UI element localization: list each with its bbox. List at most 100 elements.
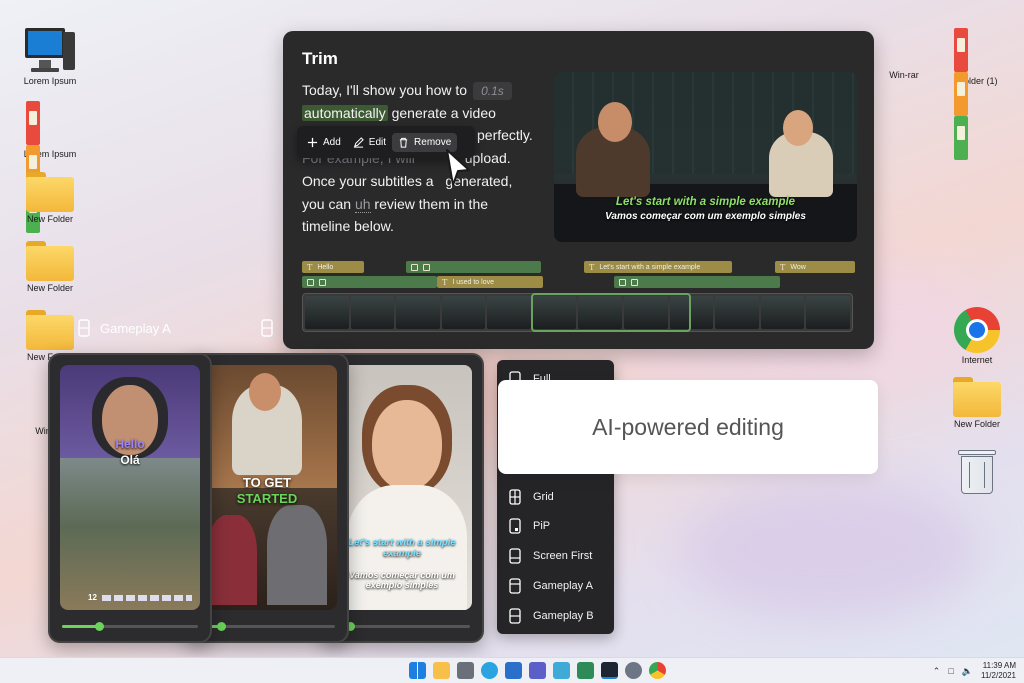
layout-option-label: Gameplay B [533,610,594,622]
clock-date: 11/2/2021 [981,671,1016,680]
filmstrip-selection[interactable] [531,293,691,332]
desktop-icon-binders[interactable]: Folder (1) [943,28,1013,160]
layout-option-label: PiP [533,520,551,532]
portrait-face [372,400,442,490]
transcript-text[interactable]: Today, I'll show you how to 0.1s automati… [302,79,552,238]
transcript-line: Once your subtitles a [302,172,434,189]
add-button[interactable]: Add [301,133,347,152]
mouse-cursor-icon [446,149,470,186]
phone-progress-bar[interactable] [199,622,335,631]
network-icon[interactable]: □ [948,666,953,676]
file-explorer-icon[interactable] [433,662,450,679]
desktop-icon-computer[interactable]: Lorem Ipsum [15,28,85,86]
windows-start-icon[interactable] [409,662,426,679]
highlighted-word[interactable]: automatically [302,104,388,121]
chrome-icon[interactable] [649,662,666,679]
photos-icon[interactable] [553,662,570,679]
add-label: Add [323,136,341,148]
phone-split-icon [509,578,521,594]
media-clip[interactable] [614,276,780,288]
progress-knob[interactable] [94,622,104,631]
teams-icon[interactable] [529,662,546,679]
edge-icon[interactable] [481,662,498,679]
layout-option-pip[interactable]: PiP [509,518,550,534]
winrar-icon [880,22,928,68]
ai-feature-text: AI-powered editing [592,413,784,440]
speaker-icon[interactable]: 🔈 [962,666,973,677]
subtitle-clip[interactable]: T I used to love [437,276,543,288]
subtitle-clip[interactable]: T Wow [775,261,855,273]
phone-preview-1[interactable]: Hello Olá 12 [48,353,212,643]
image-icon [423,263,430,271]
phone-layout-icon [261,319,273,337]
desktop-icon-recycle-bin[interactable] [942,448,1012,496]
transcript-line: review them in the [374,195,489,212]
desktop-icon-folder[interactable]: New Folder [942,377,1012,429]
clock[interactable]: 11:39 AM 11/2/2021 [981,661,1016,681]
pause-marker[interactable]: 0.1s [473,82,512,100]
desktop-icon-label: Win-rar [889,70,919,80]
wallpaper-cloud [680,480,980,620]
desktop-icon-folder[interactable]: New Folder [15,172,85,224]
media-clip[interactable] [406,261,541,273]
desktop-icon-label: New Folder [26,283,73,293]
gameplay-label: Gameplay A [100,320,171,336]
clip-label: I used to love [452,278,494,286]
settings-icon[interactable] [625,662,642,679]
text-icon: T [307,262,313,272]
xbox-icon[interactable] [577,662,594,679]
video-person [598,102,632,142]
person-shirt [207,515,257,605]
remove-label: Remove [414,136,452,148]
phone-caption-a: TO GET [242,475,292,490]
transcript-line: timeline below. [302,218,394,235]
desktop-icon-binders[interactable]: Lorem Ipsum [15,101,85,233]
store-icon[interactable] [505,662,522,679]
folder-icon [26,172,74,212]
phone-split-icon [509,608,521,624]
phone-split-icon [509,548,521,564]
phone-caption-en: Hello [115,437,145,451]
taskbar-icons [409,662,666,679]
layout-option-gameplay-a[interactable]: Gameplay A [509,578,593,594]
image-icon [411,263,418,271]
phone-pip-icon [509,518,521,534]
phone-progress-bar[interactable] [62,622,198,631]
game-scene [60,458,200,610]
trash-icon [958,448,996,494]
subtitle-clip[interactable]: T Let's start with a simple example [584,261,732,273]
phone-progress-bar[interactable] [334,622,470,631]
phone-grid-icon [509,489,521,505]
layout-option-label: Grid [533,491,554,503]
layout-option-gameplay-b[interactable]: Gameplay B [509,608,594,624]
filler-word[interactable]: uh [354,195,371,213]
text-icon: T [589,262,595,272]
desktop-icon-internet[interactable]: Internet [942,307,1012,365]
gameplay-header: Gameplay A [78,316,273,340]
editor-app-icon[interactable] [601,662,618,679]
game-hud: 12 [88,593,97,602]
edit-button[interactable]: Edit [347,133,392,152]
edit-label: Edit [368,136,387,148]
folder-icon [953,377,1001,417]
clip-label: Hello [317,263,334,271]
phone-screen: Let's start with a simple example Vamos … [332,365,472,610]
desktop-icon-folder[interactable]: New Folder [15,241,85,293]
camera-icon[interactable] [457,662,474,679]
subtitle-clip[interactable]: T Hello [302,261,364,273]
progress-knob[interactable] [216,622,226,631]
media-clip[interactable] [302,276,437,288]
layout-option-screen-first[interactable]: Screen First [509,548,592,564]
layout-option-grid[interactable]: Grid [509,489,554,505]
video-preview[interactable]: Let's start with a simple example Vamos … [554,72,857,242]
transcript-line: perfectly. [477,127,533,144]
panel-title: Trim [302,49,338,68]
desktop-icon-winrar[interactable]: Win-rar [869,22,939,80]
transcript-line: you can [302,195,352,212]
video-subtitle-en: Let's start with a simple example [615,196,796,208]
video-person [783,110,813,146]
chevron-up-icon[interactable]: ⌃ [933,666,941,677]
computer-icon [25,28,75,74]
layout-option-label: Gameplay A [533,580,593,592]
clip-label: Let's start with a simple example [599,263,701,271]
